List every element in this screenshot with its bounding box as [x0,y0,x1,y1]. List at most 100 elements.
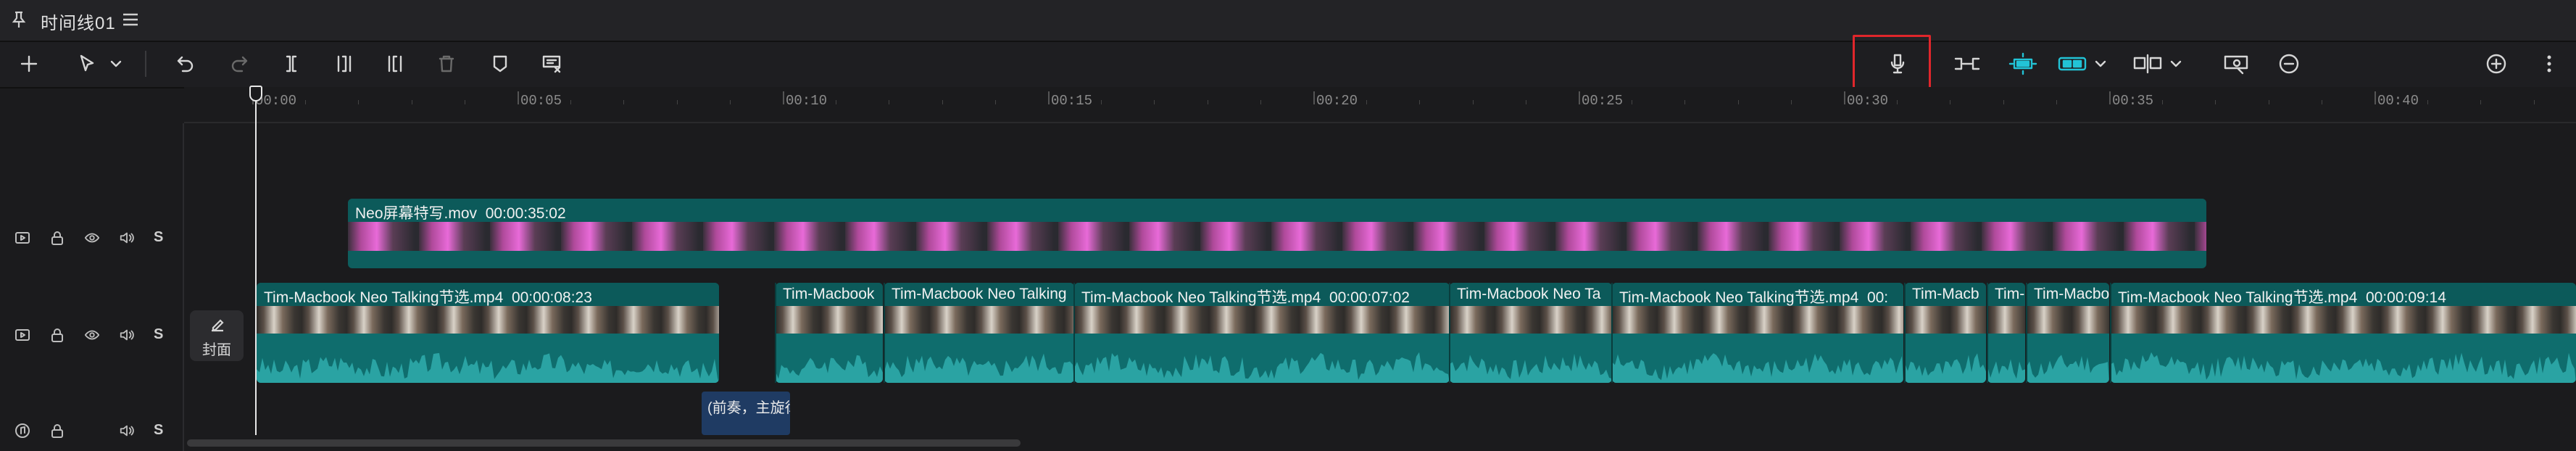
solo-button[interactable]: S [154,422,163,439]
clip-thumbnails [1450,306,1612,334]
clip-header: Tim-Macbook Neo Talking节选.mp4 00:00:09:1… [2111,283,2576,306]
clip-boundary [2110,283,2111,383]
ruler-tick-label: 00:30 [1847,93,1889,109]
zoom-in-icon[interactable] [2482,49,2511,78]
clip-boundary [1449,283,1450,383]
clip-thumbnails [2027,306,2109,334]
zoom-out-icon[interactable] [2274,49,2303,78]
split-icon[interactable] [277,49,306,78]
split-left-icon[interactable] [329,49,358,78]
playhead[interactable] [255,87,257,435]
track-controls-audio: S [14,422,163,439]
preview-axis-icon[interactable] [2056,49,2089,78]
clip-header: Tim-Macbook Neo Talking [884,283,1074,306]
solo-button[interactable]: S [154,326,163,343]
pin-icon[interactable] [10,10,28,29]
cover-button[interactable]: 封面 [190,310,244,361]
title-bar: 时间线01 [0,0,2576,42]
clip-header: Tim-Macbook Neo Talking节选.mp4 00: [1612,283,1903,306]
chevron-down-icon[interactable] [2167,49,2185,78]
ruler-minor-tick [1419,100,1421,104]
ruler-tick-label: 00:35 [2112,93,2154,109]
ruler-tick-label: 00:20 [1316,93,1358,109]
clip-header: Tim-Macbook Neo Talking节选.mp4 00:00:08:2… [257,283,719,306]
video-clip[interactable]: Tim-Macbook Neo Talking节选.mp4 00:00:08:2… [257,283,719,383]
audio-track-icon [14,423,30,439]
lock-icon[interactable] [49,327,65,343]
audio-waveform [1905,334,1986,383]
auto-snap-icon[interactable] [2005,49,2041,78]
playhead-handle[interactable] [249,86,262,102]
ruler-major-tick [1048,91,1050,104]
delete-icon[interactable] [432,49,461,78]
clip-thumbnails [884,306,1074,334]
video-clip[interactable]: Tim-Macbo [2027,283,2109,383]
time-ruler[interactable]: 00:00 00:05 00:10 00:15 00:20 00:25 00:30 00:35… [184,87,2576,123]
ruler-minor-tick [1684,100,1686,104]
volume-icon[interactable] [119,423,135,439]
ruler-minor-tick [2533,100,2535,104]
eye-icon[interactable] [84,327,100,343]
eye-icon[interactable] [84,230,100,246]
video-clip[interactable]: Tim-Macbook Neo Talking [884,283,1074,383]
fit-to-view-icon[interactable] [2221,49,2251,78]
select-cursor-icon[interactable] [72,49,101,78]
chevron-down-icon[interactable] [2092,49,2109,78]
video-clip[interactable]: Tim-Macbook Neo Talking节选.mp4 00: [1612,283,1903,383]
redo-icon[interactable] [225,49,254,78]
clip-boundary [2026,283,2027,383]
clip-header: Tim-Macbo [2027,283,2109,306]
track-controls-video-1: S [14,229,163,246]
add-icon[interactable] [14,49,43,78]
video-clip[interactable]: Tim-Macbook [776,283,883,383]
clip-header: Tim-Macbook Neo Ta [1450,283,1612,306]
volume-icon[interactable] [119,327,135,343]
clip-boundary [1611,283,1613,383]
split-right-icon[interactable] [381,49,410,78]
volume-icon[interactable] [119,230,135,246]
clip-header: Neo屏幕特写.mov 00:00:35:02 [348,199,2206,222]
ruler-minor-tick [1101,100,1102,104]
timeline-track-area[interactable]: Neo屏幕特写.mov 00:00:35:02 Tim-Macbook Neo … [184,123,2576,451]
timeline-title: 时间线01 [41,14,116,33]
ruler-tick-label: 00:05 [520,93,562,109]
freeze-frame-icon[interactable] [538,49,567,78]
ruler-minor-tick [2162,100,2164,104]
more-icon[interactable] [2538,49,2560,78]
horizontal-scrollbar[interactable] [187,439,1021,447]
hamburger-menu-icon[interactable] [120,10,141,29]
marker-icon[interactable] [486,49,515,78]
clip-thumbnails [1905,306,1986,334]
ruler-minor-tick [1260,100,1261,104]
lock-icon[interactable] [49,423,65,439]
video-clip[interactable]: Tim-Macbook Neo Ta [1450,283,1612,383]
clip-duration: 00:00:35:02 [485,205,566,222]
video-clip[interactable]: Tim-Macbook Neo Talking节选.mp4 00:00:07:0… [1074,283,1450,383]
undo-icon[interactable] [171,49,200,78]
track-header-panel: S S S [0,123,184,451]
video-track-icon [14,327,30,343]
audio-waveform [884,334,1074,383]
ruler-tick-label: 00:10 [786,93,828,109]
video-clip[interactable]: Neo屏幕特写.mov 00:00:35:02 [348,199,2206,268]
video-clip[interactable]: Tim-Macb [1905,283,1986,383]
chevron-down-icon[interactable] [107,49,125,78]
audio-clip-name: (前奏，主旋律 [707,400,790,416]
ruler-minor-tick [2056,100,2057,104]
split-screen-icon[interactable] [2131,49,2164,78]
link-icon[interactable] [1951,49,1983,78]
clip-name: Tim-Macbook Neo Ta [1457,286,1601,302]
ruler-major-tick [2109,91,2111,104]
lock-icon[interactable] [49,230,65,246]
audio-clip[interactable]: (前奏，主旋律 [702,392,790,435]
clip-duration: 00:00:07:02 [1329,289,1410,306]
clip-name: Tim- [1995,286,2025,302]
solo-button[interactable]: S [154,229,163,246]
audio-waveform [2027,334,2109,383]
clip-name: Tim-Macbook Neo Talking节选.mp4 [264,289,504,306]
toolbar [0,42,2576,115]
video-clip[interactable]: Tim- [1987,283,2025,383]
ruler-minor-tick [1790,100,1792,104]
video-clip[interactable]: Tim-Macbook Neo Talking节选.mp4 00:00:09:1… [2111,283,2576,383]
ruler-minor-tick [2003,100,2004,104]
